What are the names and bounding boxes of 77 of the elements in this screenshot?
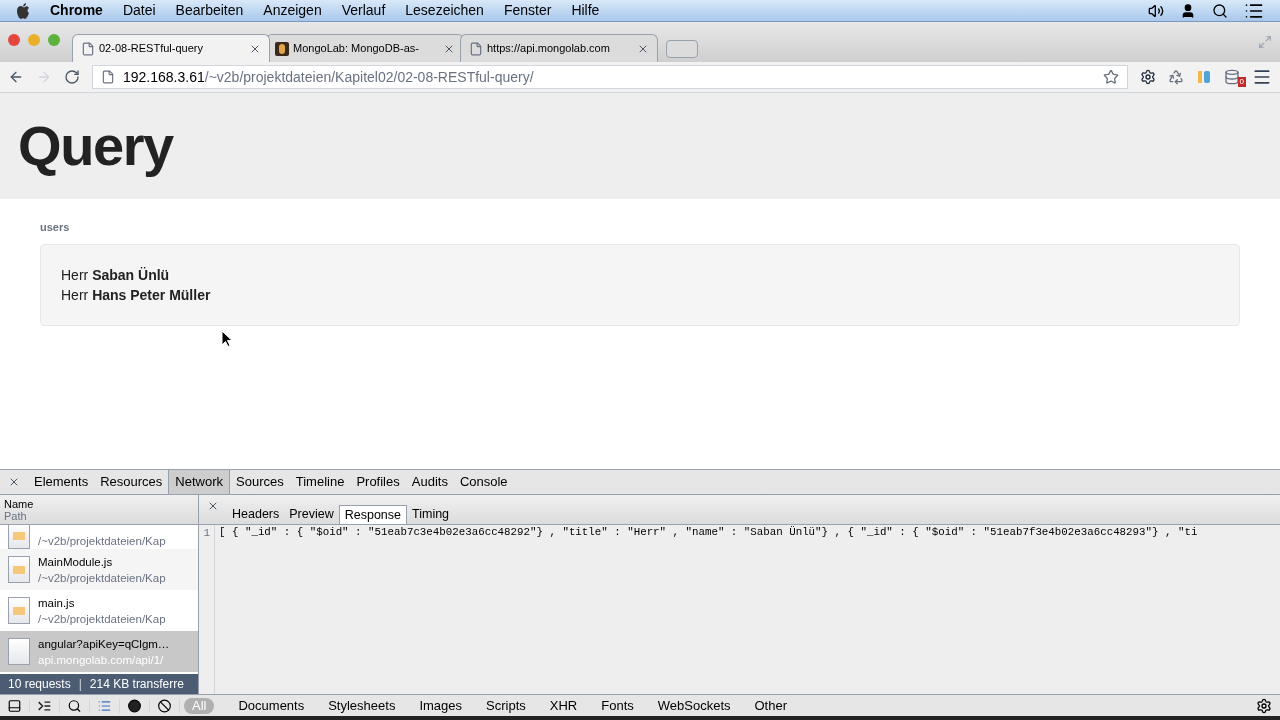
devtools-tab[interactable]: Timeline [289,470,351,494]
settings-icon[interactable] [1140,69,1156,85]
browser-tab[interactable]: 02-08-RESTful-query [72,34,270,62]
menu-item[interactable]: Verlauf [341,0,386,21]
request-count: 10 requests [8,676,71,693]
apple-icon[interactable] [16,2,30,19]
tab-title: MongoLab: MongoDB-as- [293,41,420,57]
search-icon[interactable] [1212,2,1228,19]
filter-button[interactable]: Stylesheets [320,697,404,714]
devtools-tab[interactable]: Network [168,470,231,494]
devtools-tab[interactable]: Elements [28,470,95,494]
request-path: /~v2b/projektdateien/Kap [38,534,166,549]
mouse-cursor-icon [221,330,232,347]
close-detail-button[interactable] [207,500,219,512]
filter-button[interactable]: XHR [541,697,586,714]
user-icon[interactable] [1180,2,1196,19]
section-label: users [40,220,71,235]
browser-tab[interactable]: https://api.mongolab.com [460,34,658,62]
detail-tab[interactable]: Preview [284,505,339,524]
filter-button[interactable]: Documents [230,697,313,714]
volume-icon[interactable] [1148,2,1164,19]
menu-item[interactable]: Lesezeichen [405,0,484,21]
request-path: /~v2b/projektdateien/Kap [38,611,166,627]
column-path-label: Path [4,509,28,522]
back-button[interactable] [8,69,24,85]
filter-button[interactable]: Scripts [478,697,534,714]
page-icon [81,41,95,56]
extension-badge: 0 [1237,77,1246,87]
app-menu[interactable]: Chrome [50,0,103,21]
devtools-tab[interactable]: Sources [230,470,290,494]
request-name: angular?apiKey=qClgm… [38,636,170,652]
menu-item[interactable]: Bearbeiten [175,0,244,21]
detail-tab[interactable]: Response [338,505,407,524]
close-window-button[interactable] [8,34,20,46]
reload-button[interactable] [64,69,80,85]
user-entry: Herr Hans Peter Müller [61,285,212,305]
request-name: main.js [38,595,76,611]
tab-title: 02-08-RESTful-query [99,41,204,57]
page-heading: Query [18,113,173,179]
settings-icon[interactable] [1256,697,1272,714]
devtools-tab[interactable]: Profiles [350,470,406,494]
address-bar[interactable]: 192.168.3.61/~v2b/projektdateien/Kapitel02/02-08-RESTful-query/ [92,65,1128,89]
menu-icon[interactable] [1252,67,1272,87]
filter-button[interactable]: Fonts [593,697,642,714]
menu-item[interactable]: Fenster [503,0,552,21]
tab-title: https://api.mongolab.com [487,41,611,57]
response-body: [ { "_id" : { "$oid" : "51eab7c3e4b02e3a6cc48292"} , "title" : "Herr" , "name" : "Saban Ünlü"} , { "_id" : { "$oid" : "51eab7f3e4b02e3a6cc48293"} , "ti [218,525,1198,540]
menu-item[interactable]: Anzeigen [263,0,322,21]
transfer-size: 214 KB transferre [89,676,184,693]
app-logo-icon [275,41,289,56]
devtools-tab[interactable]: Resources [94,470,169,494]
bookmark-star-icon[interactable] [1103,69,1119,85]
user-entry: Herr Saban Ünlü [61,265,171,285]
script-file-icon [8,556,30,583]
filter-button[interactable]: Other [746,697,795,714]
devtools-tab[interactable]: Audits [405,470,454,494]
menu-item[interactable]: Datei [122,0,156,21]
close-devtools-button[interactable] [8,476,20,488]
request-row[interactable]: MainModule.js /~v2b/projektdateien/Kap [0,549,198,590]
file-icon [8,638,30,665]
script-file-icon [8,597,30,624]
request-path: /~v2b/projektdateien/Kap [38,570,166,586]
url-text: 192.168.3.61/~v2b/projektdateien/Kapitel02/02-08-RESTful-query/ [123,67,535,87]
filter-button[interactable]: Images [411,697,471,714]
page-icon [469,41,483,56]
filter-button[interactable]: WebSockets [649,697,739,714]
column-name-label: Name [4,497,35,510]
request-name: MainModule.js [38,554,114,570]
page-icon [101,70,115,84]
devtools-tab[interactable]: Console [453,470,514,494]
menu-item[interactable]: Hilfe [571,0,600,21]
detail-tab[interactable]: Headers [227,505,285,524]
database-icon[interactable] [1224,69,1240,85]
recycle-icon[interactable] [1168,69,1184,85]
detail-tab[interactable]: Timing [407,505,455,524]
line-number: 1 [199,525,215,694]
separator: | [78,676,82,693]
